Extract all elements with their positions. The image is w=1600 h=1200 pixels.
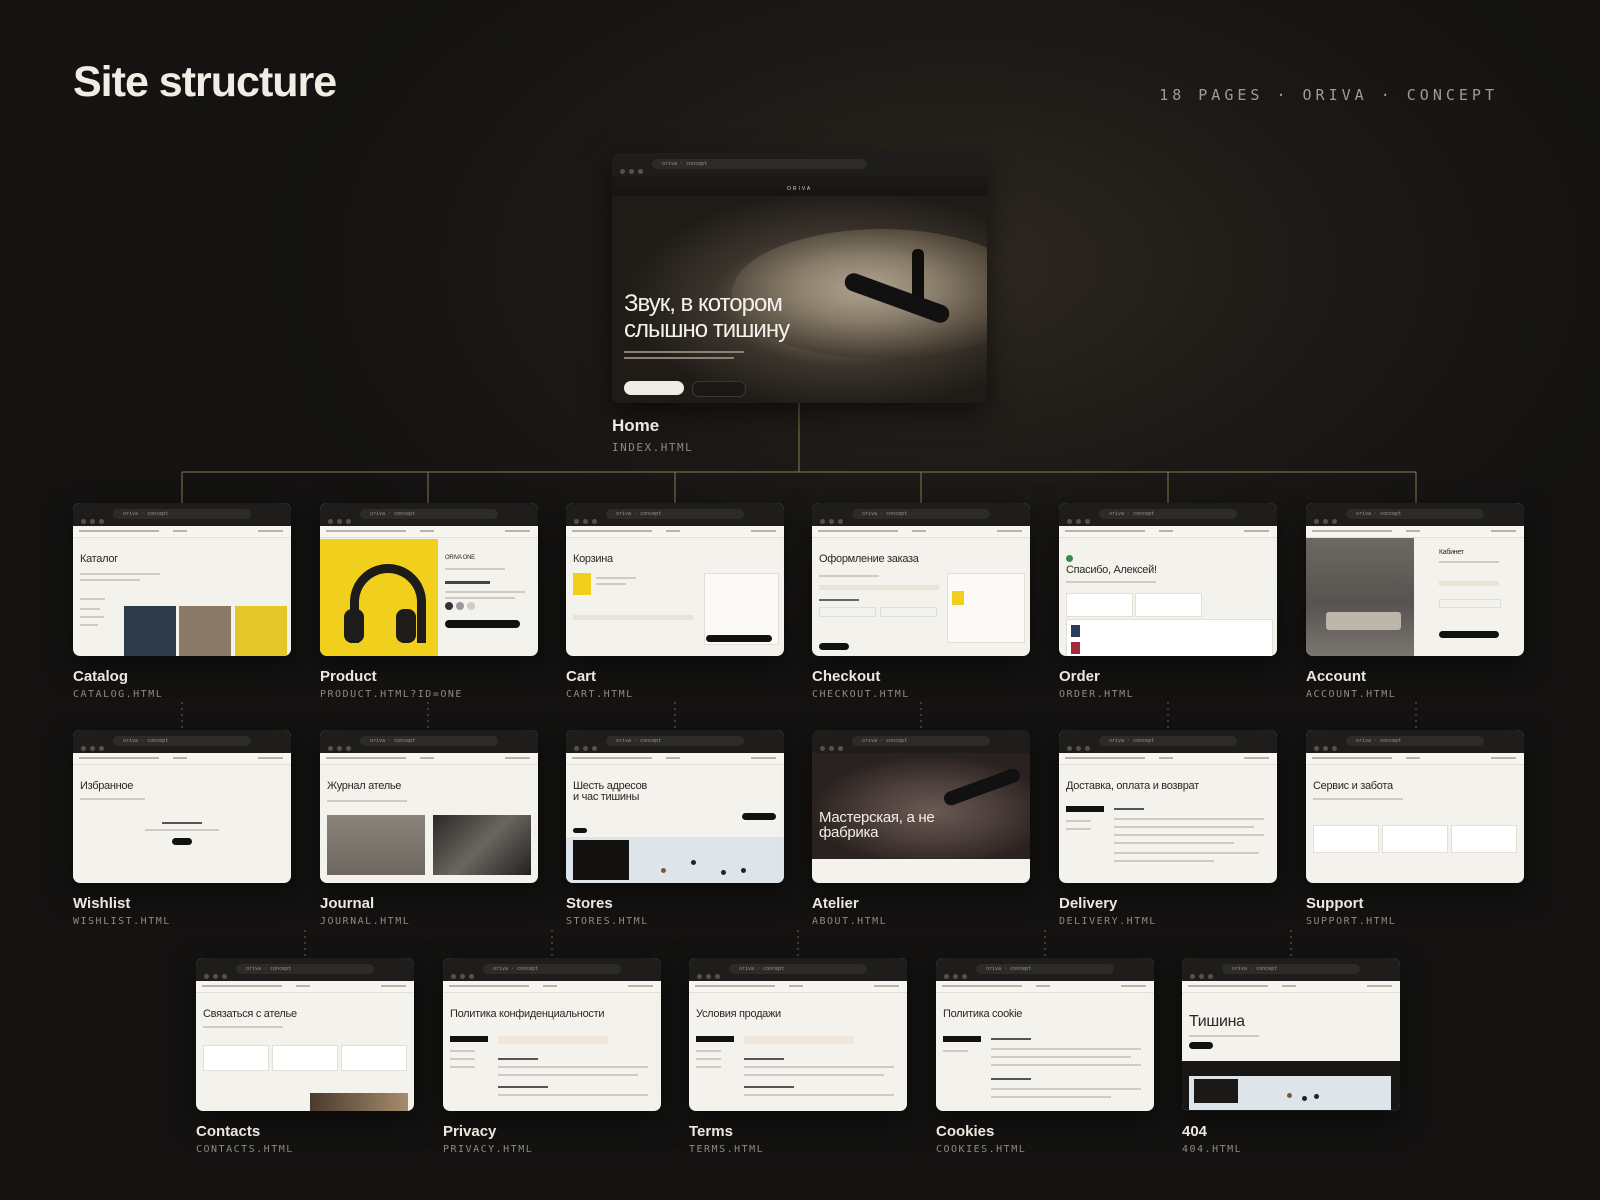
page-thumbnail[interactable]: oriva · concept Шесть адресов и час тиши… <box>566 730 784 883</box>
thumb-heading: Каталог <box>80 553 118 565</box>
thumb-heading: ORIVA ONE <box>445 555 475 561</box>
page-filename: ACCOUNT.HTML <box>1306 689 1397 700</box>
page-label: Checkout <box>812 668 881 685</box>
page-filename: COOKIES.HTML <box>936 1144 1027 1155</box>
hero-primary-button[interactable] <box>624 381 684 395</box>
page-thumbnail[interactable]: oriva · concept ORIVA ONE <box>320 503 538 656</box>
page-thumbnail[interactable]: oriva · concept Связаться с ателье <box>196 958 414 1111</box>
thumb-heading: Спасибо, Алексей! <box>1066 564 1157 576</box>
page-filename: STORES.HTML <box>566 916 649 927</box>
page-thumbnail[interactable]: oriva · concept Сервис и забота <box>1306 730 1524 883</box>
page-thumbnail[interactable]: oriva · concept Кабинет <box>1306 503 1524 656</box>
page-filename: CONTACTS.HTML <box>196 1144 294 1155</box>
page-thumbnail[interactable]: oriva · concept Оформление заказа <box>812 503 1030 656</box>
thumb-heading: Кабинет <box>1439 549 1464 556</box>
page-label: Catalog <box>73 668 129 685</box>
page-thumbnail[interactable]: oriva · concept Доставка, оплата и возвр… <box>1059 730 1277 883</box>
page-filename: DELIVERY.HTML <box>1059 916 1157 927</box>
page-filename: WISHLIST.HTML <box>73 916 171 927</box>
page-filename: CATALOG.HTML <box>73 689 164 700</box>
page-label: Wishlist <box>73 895 131 912</box>
page-label: Contacts <box>196 1123 261 1140</box>
page-filename: 404.HTML <box>1182 1144 1243 1155</box>
thumb-heading: Политика конфиденциальности <box>450 1008 605 1020</box>
thumb-heading: Тишина <box>1189 1013 1245 1030</box>
page-label: Cookies <box>936 1123 995 1140</box>
page-label: Home <box>612 416 660 435</box>
page-thumbnail[interactable]: oriva · concept ORIVA Звук, в котором слы… <box>612 153 987 403</box>
page-filename: ORDER.HTML <box>1059 689 1135 700</box>
thumb-heading: Оформление заказа <box>819 553 919 565</box>
page-filename: INDEX.HTML <box>612 441 694 454</box>
page-thumbnail[interactable]: oriva · concept Мастерская, а не фабрика <box>812 730 1030 883</box>
page-thumbnail[interactable]: oriva · concept Тишина <box>1182 958 1400 1111</box>
thumb-heading: Доставка, оплата и возврат <box>1066 780 1199 792</box>
page-label: 404 <box>1182 1123 1208 1140</box>
page-filename: ABOUT.HTML <box>812 916 888 927</box>
page-label: Delivery <box>1059 895 1118 912</box>
thumb-heading: Политика cookie <box>943 1008 1023 1020</box>
thumb-heading: Условия продажи <box>696 1008 781 1020</box>
page-filename: CART.HTML <box>566 689 634 700</box>
browser-url: oriva · concept <box>652 159 867 169</box>
page-thumbnail[interactable]: oriva · concept Каталог <box>73 503 291 656</box>
thumb-heading: Корзина <box>573 553 613 565</box>
thumb-heading: Сервис и забота <box>1313 780 1393 792</box>
page-thumbnail[interactable]: oriva · concept Избранное <box>73 730 291 883</box>
page-label: Support <box>1306 895 1364 912</box>
thumb-heading: Мастерская, а не фабрика <box>819 809 935 841</box>
page-filename: TERMS.HTML <box>689 1144 765 1155</box>
hero-title: Звук, в котором слышно тишину <box>624 290 790 343</box>
page-label: Terms <box>689 1123 733 1140</box>
page-thumbnail[interactable]: oriva · concept Корзина <box>566 503 784 656</box>
thumb-heading: Журнал ателье <box>327 780 402 792</box>
hero-secondary-button[interactable] <box>692 381 746 397</box>
page-label: Order <box>1059 668 1100 685</box>
page-label: Atelier <box>812 895 859 912</box>
thumb-heading: Шесть адресов и час тишины <box>573 780 647 803</box>
page-filename: SUPPORT.HTML <box>1306 916 1397 927</box>
page-filename: JOURNAL.HTML <box>320 916 411 927</box>
page-thumbnail[interactable]: oriva · concept Политика cookie <box>936 958 1154 1111</box>
page-thumbnail[interactable]: oriva · concept Политика конфиденциально… <box>443 958 661 1111</box>
page-thumbnail[interactable]: oriva · concept Спасибо, Алексей! <box>1059 503 1277 656</box>
thumb-heading: Связаться с ателье <box>203 1008 297 1020</box>
page-label: Journal <box>320 895 375 912</box>
page-filename: PRIVACY.HTML <box>443 1144 534 1155</box>
page-filename: CHECKOUT.HTML <box>812 689 910 700</box>
brand-logo: ORIVA <box>787 186 813 192</box>
page-label: Stores <box>566 895 613 912</box>
page-filename: PRODUCT.HTML?ID=ONE <box>320 689 463 700</box>
thumb-heading: Избранное <box>80 780 134 792</box>
page-thumbnail[interactable]: oriva · concept Условия продажи <box>689 958 907 1111</box>
page-label: Privacy <box>443 1123 497 1140</box>
page-label: Cart <box>566 668 597 685</box>
page-label: Product <box>320 668 377 685</box>
page-label: Account <box>1306 668 1366 685</box>
page-thumbnail[interactable]: oriva · concept Журнал ателье <box>320 730 538 883</box>
